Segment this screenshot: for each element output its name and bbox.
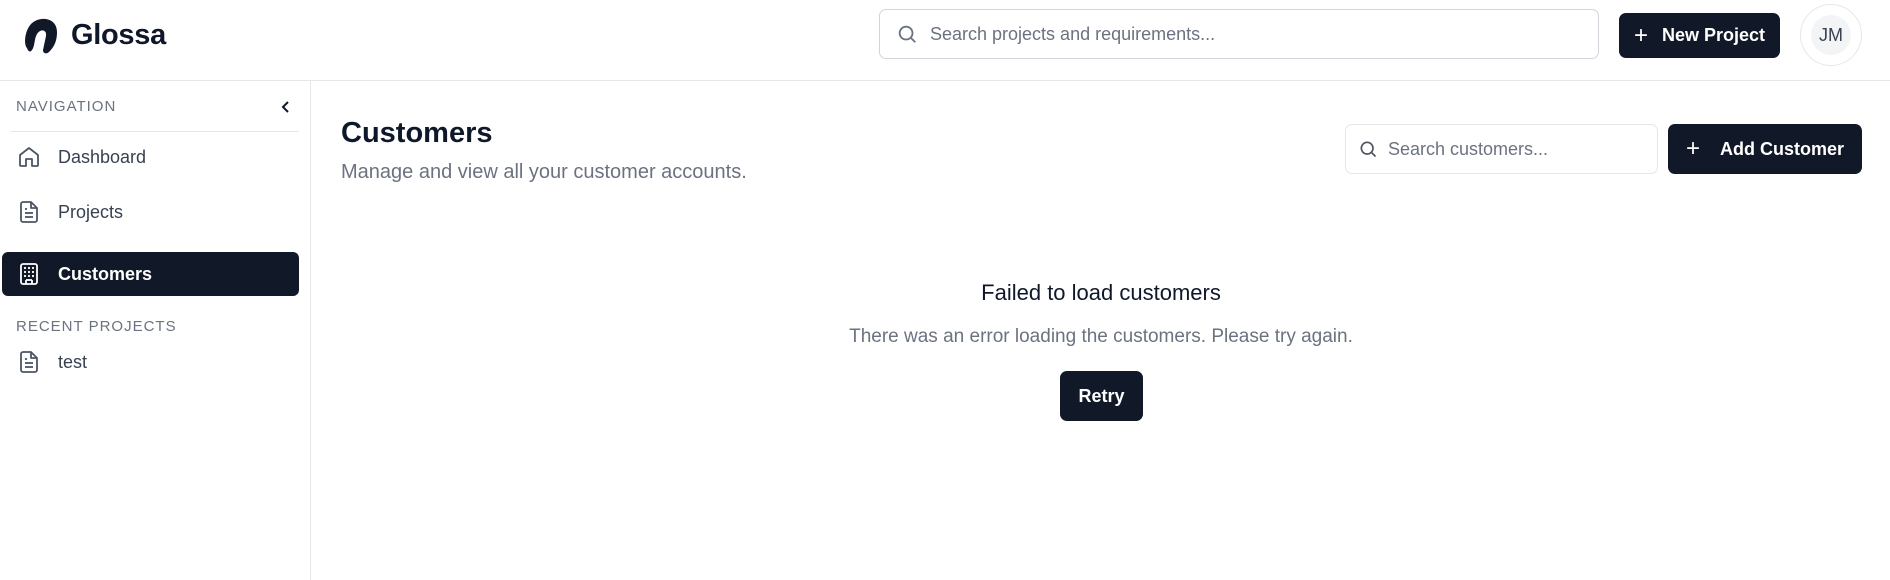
app-name: Glossa: [71, 18, 166, 51]
app-header: Glossa + New Project JM: [0, 0, 1890, 81]
recent-projects-heading: RECENT PROJECTS: [16, 318, 177, 335]
sidebar-item-customers[interactable]: Customers: [2, 252, 299, 296]
new-project-button[interactable]: + New Project: [1619, 13, 1780, 58]
sidebar: NAVIGATION Dashboard Projects Customers …: [0, 81, 311, 580]
error-title: Failed to load customers: [981, 280, 1221, 305]
page-subtitle: Manage and view all your customer accoun…: [341, 161, 747, 183]
home-icon: [19, 147, 39, 167]
file-text-icon: [20, 351, 38, 373]
global-search[interactable]: [879, 9, 1599, 59]
chevron-left-icon[interactable]: [276, 97, 296, 117]
file-text-icon: [20, 201, 38, 223]
sidebar-item-label: Projects: [58, 201, 124, 222]
glossa-logo-icon: [25, 18, 57, 54]
user-avatar[interactable]: JM: [1800, 4, 1862, 66]
new-project-label: New Project: [1661, 25, 1766, 45]
avatar-initials: JM: [1811, 15, 1851, 55]
sidebar-item-dashboard[interactable]: Dashboard: [2, 135, 299, 179]
retry-button[interactable]: Retry: [1060, 371, 1143, 421]
sidebar-item-label: Customers: [58, 263, 153, 284]
nav-divider: [10, 131, 299, 132]
app-logo[interactable]: Glossa: [19, 14, 166, 56]
error-message: There was an error loading the customers…: [849, 326, 1353, 347]
customer-search[interactable]: [1345, 124, 1658, 174]
add-customer-button[interactable]: + Add Customer: [1668, 124, 1862, 174]
search-icon: [1360, 141, 1377, 158]
search-icon: [898, 25, 916, 43]
main-content: Customers Manage and view all your custo…: [312, 81, 1890, 580]
global-search-input[interactable]: [930, 23, 1570, 45]
recent-project-label: test: [58, 351, 88, 372]
building-icon: [20, 263, 38, 285]
recent-project-test[interactable]: test: [2, 340, 299, 384]
nav-heading: NAVIGATION: [16, 98, 117, 115]
sidebar-item-projects[interactable]: Projects: [2, 190, 299, 234]
customer-search-input[interactable]: [1388, 138, 1657, 160]
sidebar-item-label: Dashboard: [58, 146, 147, 167]
plus-icon: +: [1685, 135, 1700, 162]
plus-icon: +: [1633, 21, 1648, 49]
page-title: Customers: [341, 117, 493, 149]
add-customer-label: Add Customer: [1720, 138, 1845, 159]
